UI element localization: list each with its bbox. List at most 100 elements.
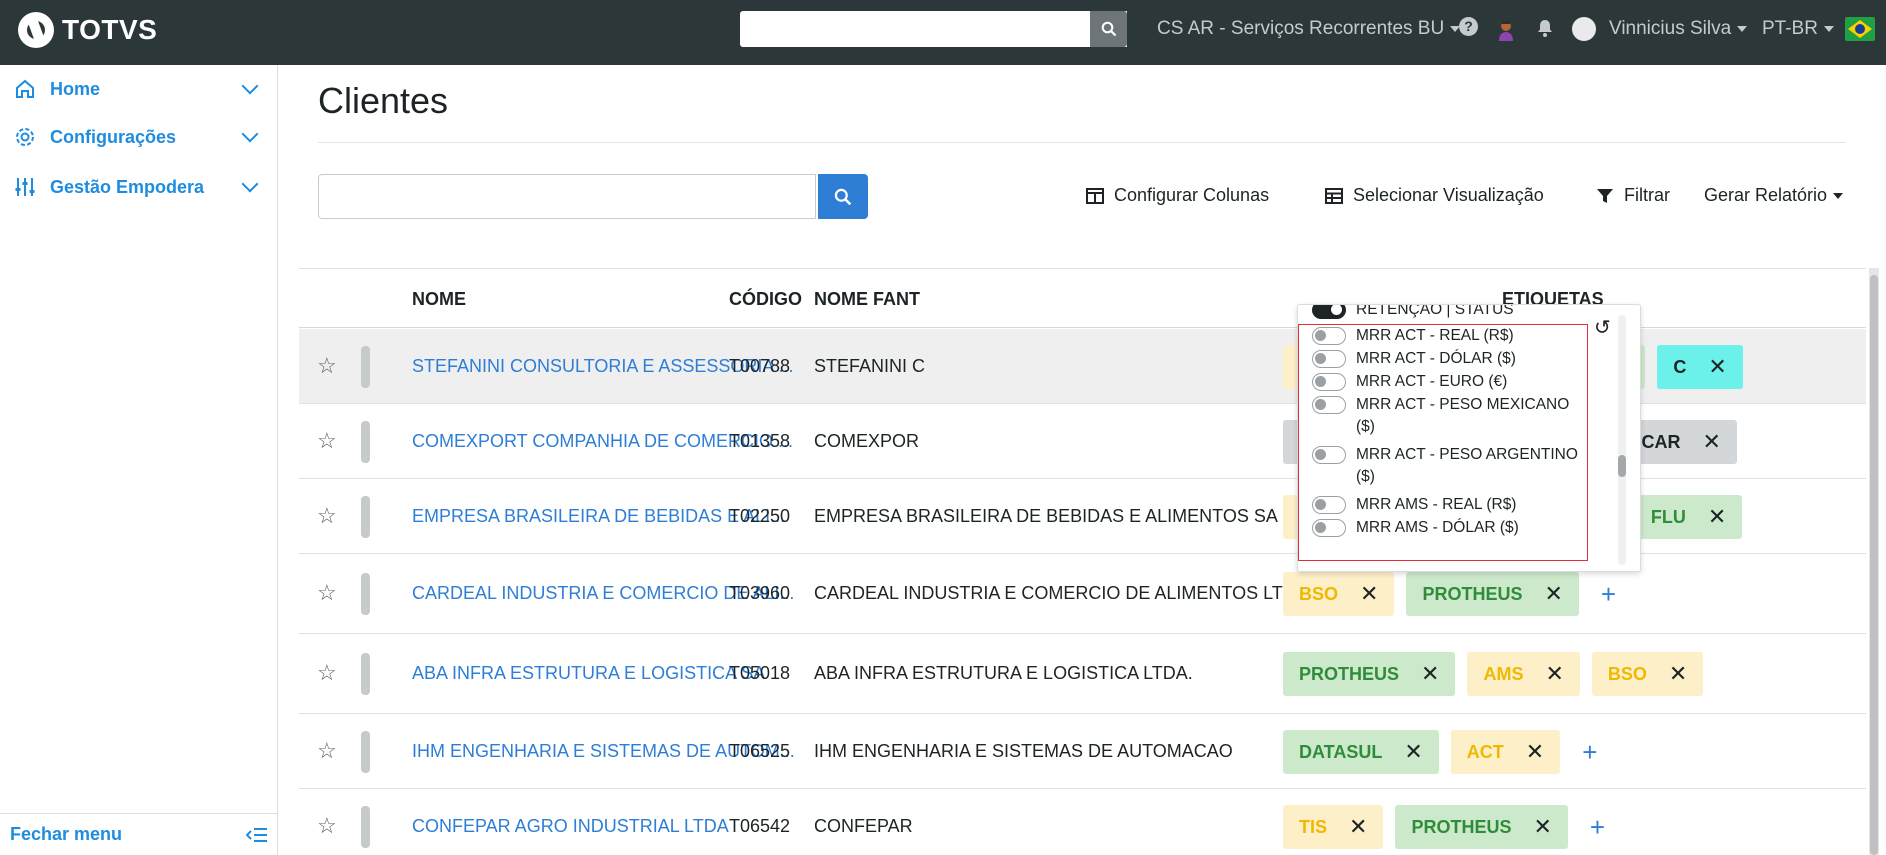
toggle-switch[interactable]: [1312, 327, 1346, 345]
add-tag-icon[interactable]: +: [1582, 730, 1597, 774]
client-code: T02250: [729, 506, 791, 526]
remove-tag-icon[interactable]: ✕: [1404, 739, 1422, 765]
column-option-label: MRR AMS - DÓLAR ($): [1356, 519, 1519, 536]
toggle-switch[interactable]: [1312, 305, 1346, 319]
generate-report-dropdown[interactable]: Gerar Relatório: [1704, 185, 1844, 206]
column-toggle-option[interactable]: MRR ACT - PESO MEXICANO ($): [1312, 394, 1591, 438]
column-toggle-option[interactable]: MRR AMS - REAL (R$): [1312, 494, 1591, 516]
remove-tag-icon[interactable]: ✕: [1545, 661, 1563, 687]
tag-chip[interactable]: DATASUL ✕: [1283, 730, 1439, 774]
language-label: PT-BR: [1762, 18, 1818, 39]
tag-chip[interactable]: PROTHEUS ✕: [1395, 805, 1568, 849]
column-header-nome[interactable]: NOME: [412, 289, 466, 310]
tag-list: PROTHEUS ✕ AMS ✕ BSO ✕: [1283, 652, 1704, 696]
table-icon: [1325, 187, 1343, 204]
bell-icon[interactable]: [1537, 19, 1553, 43]
table-row[interactable]: ☆ CONFEPAR AGRO INDUSTRIAL LTDA T06542 CONF…: [299, 789, 1866, 855]
toggle-switch[interactable]: [1312, 396, 1346, 414]
favorite-star-icon[interactable]: ☆: [317, 660, 337, 686]
favorite-star-icon[interactable]: ☆: [317, 353, 337, 379]
remove-tag-icon[interactable]: ✕: [1349, 814, 1367, 840]
add-tag-icon[interactable]: +: [1601, 572, 1616, 616]
tag-list: DATASUL ✕ ACT ✕ +: [1283, 730, 1597, 774]
workspace-dropdown[interactable]: CS AR - Serviços Recorrentes BU: [1157, 18, 1461, 40]
remove-tag-icon[interactable]: ✕: [1360, 581, 1378, 607]
tag-chip[interactable]: ACT ✕: [1450, 730, 1561, 774]
user-name: Vinnicius Silva: [1609, 18, 1732, 39]
chevron-down-icon: [241, 77, 259, 95]
tag-chip[interactable]: PROTHEUS ✕: [1406, 572, 1579, 616]
add-tag-icon[interactable]: +: [1590, 805, 1605, 849]
remove-tag-icon[interactable]: ✕: [1421, 661, 1439, 687]
favorite-star-icon[interactable]: ☆: [317, 738, 337, 764]
global-search-button[interactable]: [1090, 11, 1127, 47]
toggle-switch[interactable]: [1312, 446, 1346, 464]
favorite-star-icon[interactable]: ☆: [317, 813, 337, 839]
remove-tag-icon[interactable]: ✕: [1708, 504, 1726, 530]
client-code: T00788: [729, 356, 791, 376]
tag-chip[interactable]: C ✕: [1657, 345, 1743, 389]
brazil-flag-icon[interactable]: [1845, 17, 1875, 41]
search-icon: [834, 188, 852, 205]
tag-list: TIS ✕ PROTHEUS ✕ +: [1283, 805, 1605, 849]
user-avatar[interactable]: [1572, 17, 1596, 41]
column-toggle-option[interactable]: MRR ACT - PESO ARGENTINO ($): [1312, 444, 1591, 488]
tag-chip[interactable]: AMS ✕: [1467, 652, 1580, 696]
favorite-star-icon[interactable]: ☆: [317, 580, 337, 606]
table-search-button[interactable]: [818, 174, 868, 219]
tag-chip[interactable]: PROTHEUS ✕: [1283, 652, 1456, 696]
brand-logo[interactable]: TOTVS: [18, 12, 157, 48]
help-icon[interactable]: ?: [1459, 17, 1478, 36]
remove-tag-icon[interactable]: ✕: [1544, 581, 1562, 607]
popup-scrollbar-thumb[interactable]: [1618, 455, 1626, 477]
tag-list: BSO ✕ PROTHEUS ✕ +: [1283, 572, 1616, 616]
favorite-star-icon[interactable]: ☆: [317, 428, 337, 454]
sidebar-item-gestao-empodera[interactable]: Gestão Empodera: [14, 175, 264, 198]
column-toggle-option[interactable]: RETENÇÃO | STATUS: [1312, 305, 1591, 321]
row-color-marker: [361, 731, 370, 773]
configure-columns-button[interactable]: Configurar Colunas: [1086, 185, 1269, 206]
table-scrollbar-thumb[interactable]: [1870, 275, 1878, 855]
tag-label: PROTHEUS: [1411, 816, 1512, 837]
remove-tag-icon[interactable]: ✕: [1533, 814, 1551, 840]
tag-label: AMS: [1483, 663, 1524, 684]
language-menu[interactable]: PT-BR: [1762, 18, 1834, 40]
column-header-nome-fantasia[interactable]: NOME FANT: [814, 289, 920, 310]
popup-scrollbar-track[interactable]: [1618, 315, 1626, 565]
collapse-menu-icon: [246, 827, 267, 842]
table-row[interactable]: ☆ IHM ENGENHARIA E SISTEMAS DE AUTOM... T0…: [299, 714, 1866, 789]
column-toggle-option[interactable]: MRR AMS - DÓLAR ($): [1312, 517, 1591, 539]
user-menu[interactable]: Vinnicius Silva: [1609, 18, 1748, 40]
select-view-label: Selecionar Visualização: [1353, 185, 1544, 205]
column-toggle-option[interactable]: MRR ACT - DÓLAR ($): [1312, 348, 1591, 370]
toggle-switch[interactable]: [1312, 373, 1346, 391]
column-header-codigo[interactable]: CÓDIGO: [729, 289, 802, 310]
reset-icon[interactable]: ↺: [1594, 315, 1611, 340]
column-toggle-option[interactable]: MRR ACT - EURO (€): [1312, 371, 1591, 393]
assistant-avatar-icon[interactable]: [1497, 19, 1515, 41]
close-menu-button[interactable]: Fechar menu: [0, 813, 278, 855]
remove-tag-icon[interactable]: ✕: [1526, 739, 1544, 765]
table-search-input[interactable]: [318, 174, 816, 219]
row-color-marker: [361, 573, 370, 615]
sidebar-item-home[interactable]: Home: [14, 77, 264, 100]
client-code: T03960: [729, 583, 791, 603]
select-view-button[interactable]: Selecionar Visualização: [1325, 185, 1544, 206]
column-toggle-option[interactable]: MRR ACT - REAL (R$): [1312, 325, 1591, 347]
filter-button[interactable]: Filtrar: [1596, 185, 1670, 206]
tag-chip[interactable]: BSO ✕: [1283, 572, 1395, 616]
remove-tag-icon[interactable]: ✕: [1669, 661, 1687, 687]
toggle-switch[interactable]: [1312, 350, 1346, 368]
toggle-switch[interactable]: [1312, 496, 1346, 514]
remove-tag-icon[interactable]: ✕: [1708, 354, 1726, 380]
remove-tag-icon[interactable]: ✕: [1702, 429, 1720, 455]
sidebar-item-configuracoes[interactable]: Configurações: [14, 125, 264, 148]
tag-chip[interactable]: FLU ✕: [1634, 495, 1743, 539]
tag-chip[interactable]: TIS ✕: [1283, 805, 1384, 849]
global-search-input[interactable]: [740, 11, 1127, 47]
favorite-star-icon[interactable]: ☆: [317, 503, 337, 529]
tag-chip[interactable]: BSO ✕: [1591, 652, 1704, 696]
toggle-switch[interactable]: [1312, 519, 1346, 537]
table-row[interactable]: ☆ ABA INFRA ESTRUTURA E LOGISTICA SA T0501…: [299, 634, 1866, 714]
sidebar-item-label: Configurações: [50, 126, 177, 147]
